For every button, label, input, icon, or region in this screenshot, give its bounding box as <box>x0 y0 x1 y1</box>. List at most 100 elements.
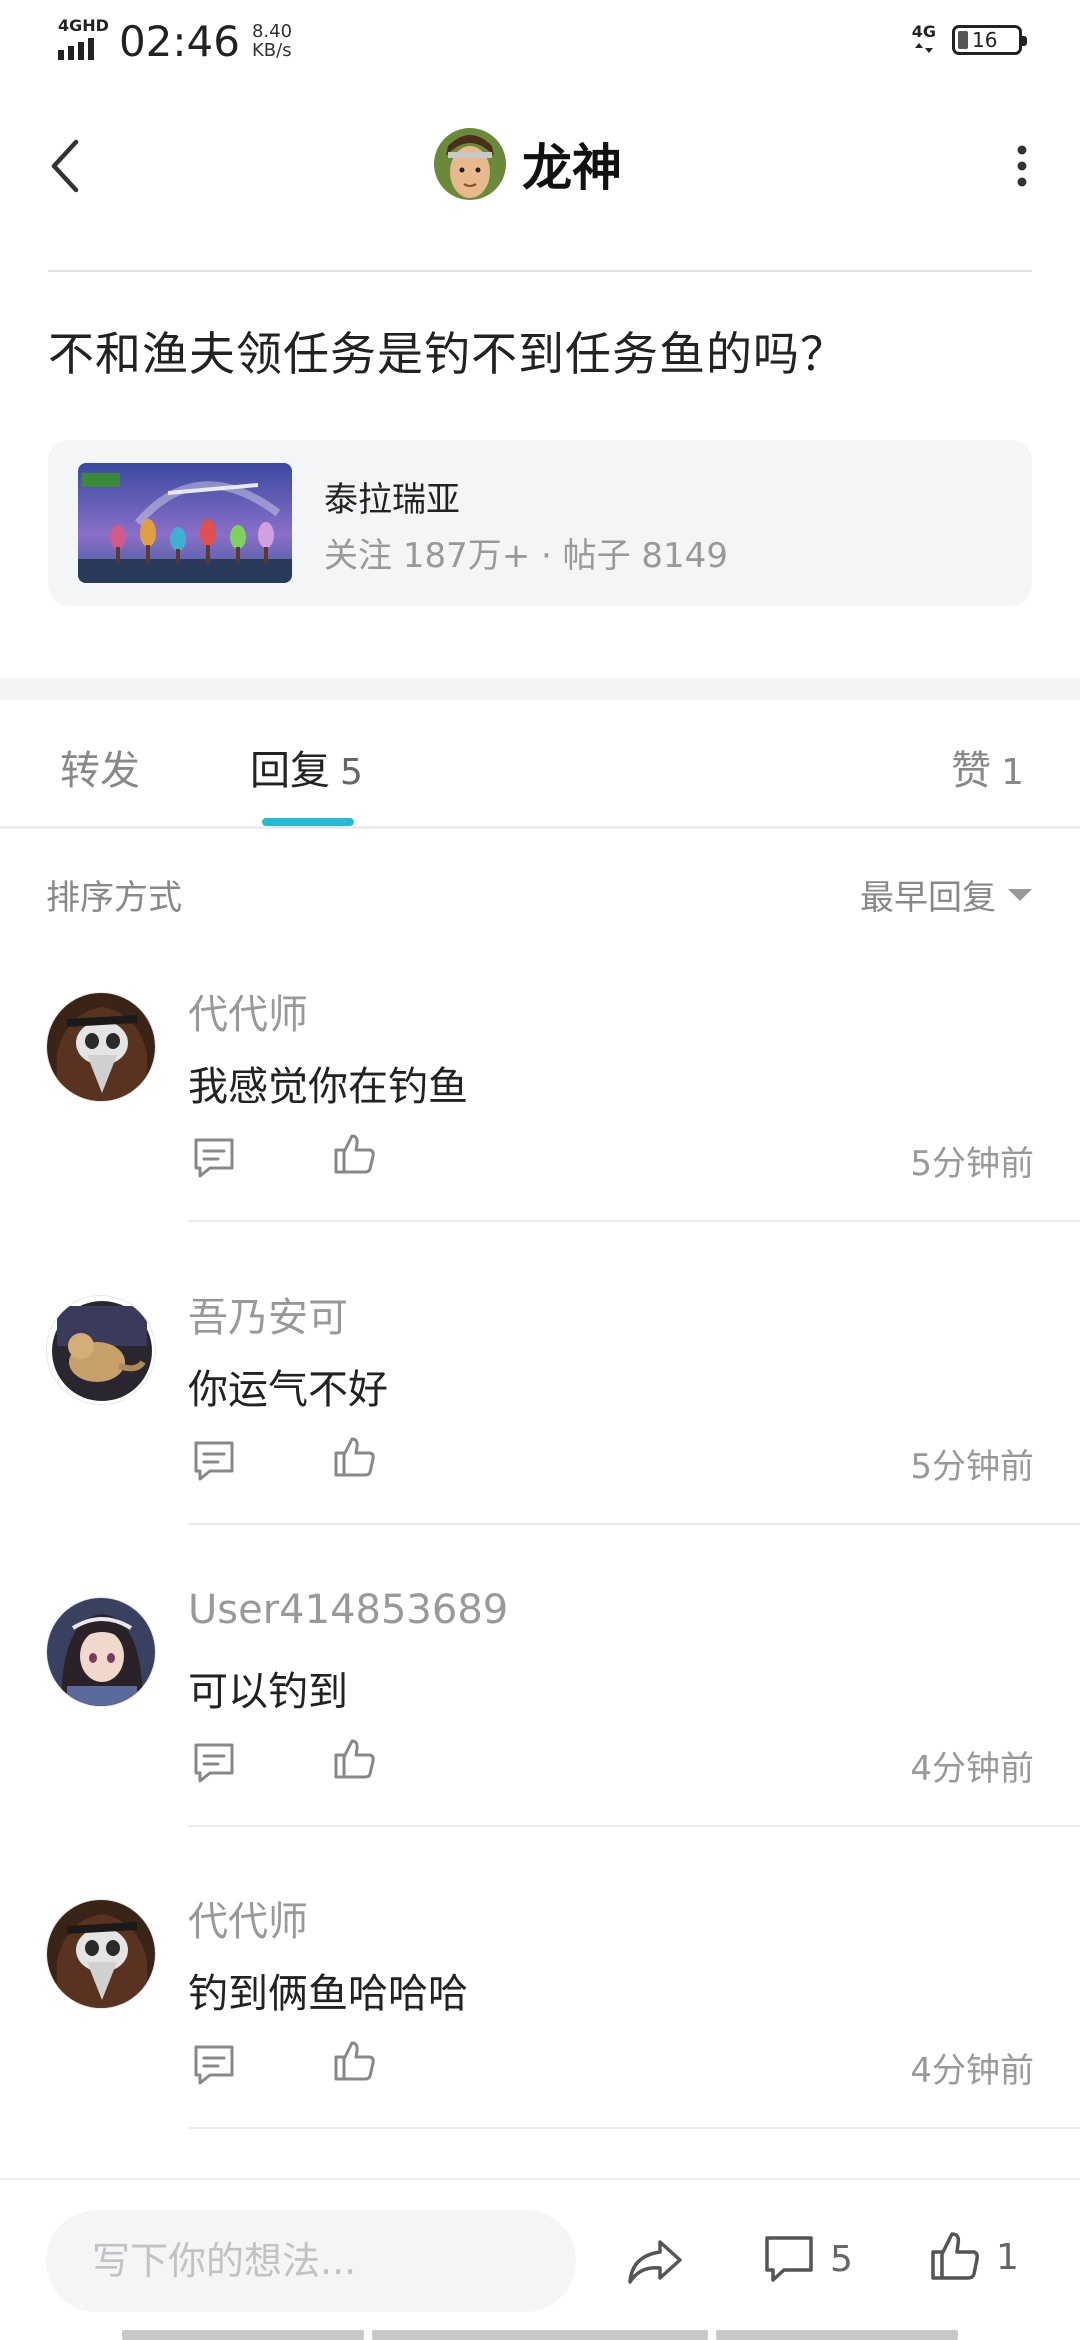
mobile-data-label: 4G <box>911 22 936 41</box>
post-question: 不和渔夫领任务是钓不到任务鱼的吗？ <box>48 327 847 381</box>
comment-username[interactable]: 代代师 <box>188 1889 308 1947</box>
like-button[interactable] <box>330 1433 378 1481</box>
comment-item: 代代师 钓到俩鱼哈哈哈 4分钟前 <box>0 1899 1080 2201</box>
nav-indicator <box>372 2330 708 2340</box>
author-title[interactable]: 龙神 <box>434 128 622 200</box>
tab-like-label: 赞 <box>951 748 992 794</box>
status-bar: 4GHD 02:46 8.40 KB/s 4G 16 <box>0 0 1080 90</box>
forum-card[interactable]: 泰拉瑞亚 关注 187万+ · 帖子 8149 <box>48 440 1032 606</box>
speed-value: 8.40 <box>251 21 293 42</box>
nav-indicator <box>716 2330 958 2340</box>
header-divider <box>48 270 1032 272</box>
active-tab-indicator <box>262 818 354 826</box>
like-count-button[interactable]: 1 <box>928 2230 1019 2284</box>
chevron-left-icon <box>51 139 79 193</box>
avatar-image <box>47 1296 155 1404</box>
avatar-image <box>434 128 506 200</box>
bottom-action-bar: 5 1 <box>0 2178 1080 2340</box>
tab-bar: 转发 回复 5 赞1 <box>0 700 1080 828</box>
sort-bar: 排序方式 最早回复 <box>0 860 1080 920</box>
network-type: 4GHD <box>58 16 109 35</box>
signal-bars-icon <box>58 38 109 60</box>
sort-label: 排序方式 <box>46 878 182 918</box>
comment-icon <box>765 2236 813 2282</box>
comment-time: 4分钟前 <box>910 1749 1034 1789</box>
like-count: 1 <box>996 2236 1019 2278</box>
comment-time: 4分钟前 <box>910 2051 1034 2091</box>
thumbs-up-icon <box>334 1739 375 1779</box>
thumbs-up-icon <box>334 1134 375 1174</box>
avatar[interactable] <box>46 992 156 1102</box>
like-button[interactable] <box>330 1130 378 1178</box>
network-speed: 8.40 KB/s <box>252 22 292 60</box>
comment-icon <box>194 1743 234 1783</box>
forum-thumbnail <box>78 463 292 583</box>
comment-username[interactable]: 代代师 <box>188 982 308 1040</box>
comment-item: 吾乃安可 你运气不好 5分钟前 <box>0 1295 1080 1597</box>
forum-stats: 关注 187万+ · 帖子 8149 <box>324 536 728 576</box>
comment-username[interactable]: User414853689 <box>188 1587 508 1633</box>
reply-button[interactable] <box>190 1437 238 1485</box>
comment-username[interactable]: 吾乃安可 <box>188 1285 348 1343</box>
comment-icon <box>194 2045 234 2085</box>
status-right: 4G 16 <box>912 24 1027 56</box>
avatar-image <box>47 1900 155 2008</box>
comment-count-button[interactable]: 5 <box>762 2232 853 2286</box>
comment-compose[interactable] <box>46 2210 576 2312</box>
data-arrows-icon <box>914 43 933 53</box>
comment-count: 5 <box>830 2238 853 2280</box>
comment-divider <box>188 2127 1080 2129</box>
sort-dropdown[interactable]: 最早回复 <box>860 870 1032 919</box>
share-icon <box>628 2240 682 2284</box>
comment-item: 代代师 我感觉你在钓鱼 5分钟前 <box>0 992 1080 1294</box>
author-avatar[interactable] <box>434 128 506 200</box>
battery-level: 16 <box>972 28 998 52</box>
forum-name: 泰拉瑞亚 <box>324 480 460 520</box>
tab-reply-count: 5 <box>340 752 363 793</box>
share-button[interactable] <box>626 2236 684 2288</box>
comment-input[interactable] <box>46 2210 576 2312</box>
comment-icon <box>194 1138 234 1178</box>
comment-item: User414853689 可以钓到 4分钟前 <box>0 1587 1080 1899</box>
avatar[interactable] <box>46 1597 156 1707</box>
tab-like-count: 1 <box>1001 752 1024 793</box>
mobile-data-icon: 4G <box>912 24 936 56</box>
comment-text: 你运气不好 <box>188 1367 388 1413</box>
comment-text: 钓到俩鱼哈哈哈 <box>188 1971 468 2017</box>
avatar[interactable] <box>46 1295 156 1405</box>
status-time: 02:46 <box>118 17 240 66</box>
sort-selected: 最早回复 <box>860 878 996 918</box>
comment-text: 可以钓到 <box>188 1669 348 1715</box>
back-button[interactable] <box>40 136 100 196</box>
avatar-image <box>47 1598 155 1706</box>
battery-fill <box>958 31 968 49</box>
battery-icon: 16 <box>952 25 1027 55</box>
game-cover-image <box>78 463 292 583</box>
avatar[interactable] <box>46 1899 156 2009</box>
tab-forward[interactable]: 转发 <box>60 738 140 796</box>
thumbs-up-icon <box>931 2232 979 2280</box>
top-header: 龙神 <box>0 110 1080 230</box>
comment-divider <box>188 1523 1080 1525</box>
comment-text: 我感觉你在钓鱼 <box>188 1064 468 1110</box>
reply-button[interactable] <box>190 1739 238 1787</box>
comment-divider <box>188 1825 1080 1827</box>
caret-down-icon <box>1008 888 1032 901</box>
nav-indicator <box>122 2330 364 2340</box>
thumbs-up-icon <box>334 2041 375 2081</box>
more-button[interactable] <box>992 136 1052 196</box>
like-button[interactable] <box>330 1735 378 1783</box>
speed-unit: KB/s <box>251 40 292 61</box>
comment-divider <box>188 1220 1080 1222</box>
avatar-image <box>47 993 155 1101</box>
page-title: 龙神 <box>522 139 622 197</box>
tabs-divider <box>0 826 1080 829</box>
like-button[interactable] <box>330 2037 378 2085</box>
comment-time: 5分钟前 <box>910 1144 1034 1184</box>
reply-button[interactable] <box>190 2041 238 2089</box>
reply-button[interactable] <box>190 1134 238 1182</box>
section-gap <box>0 678 1080 700</box>
tab-reply[interactable]: 回复 5 <box>250 738 363 796</box>
status-left: 4GHD 02:46 8.40 KB/s <box>58 18 292 66</box>
tab-like[interactable]: 赞1 <box>951 738 1024 796</box>
